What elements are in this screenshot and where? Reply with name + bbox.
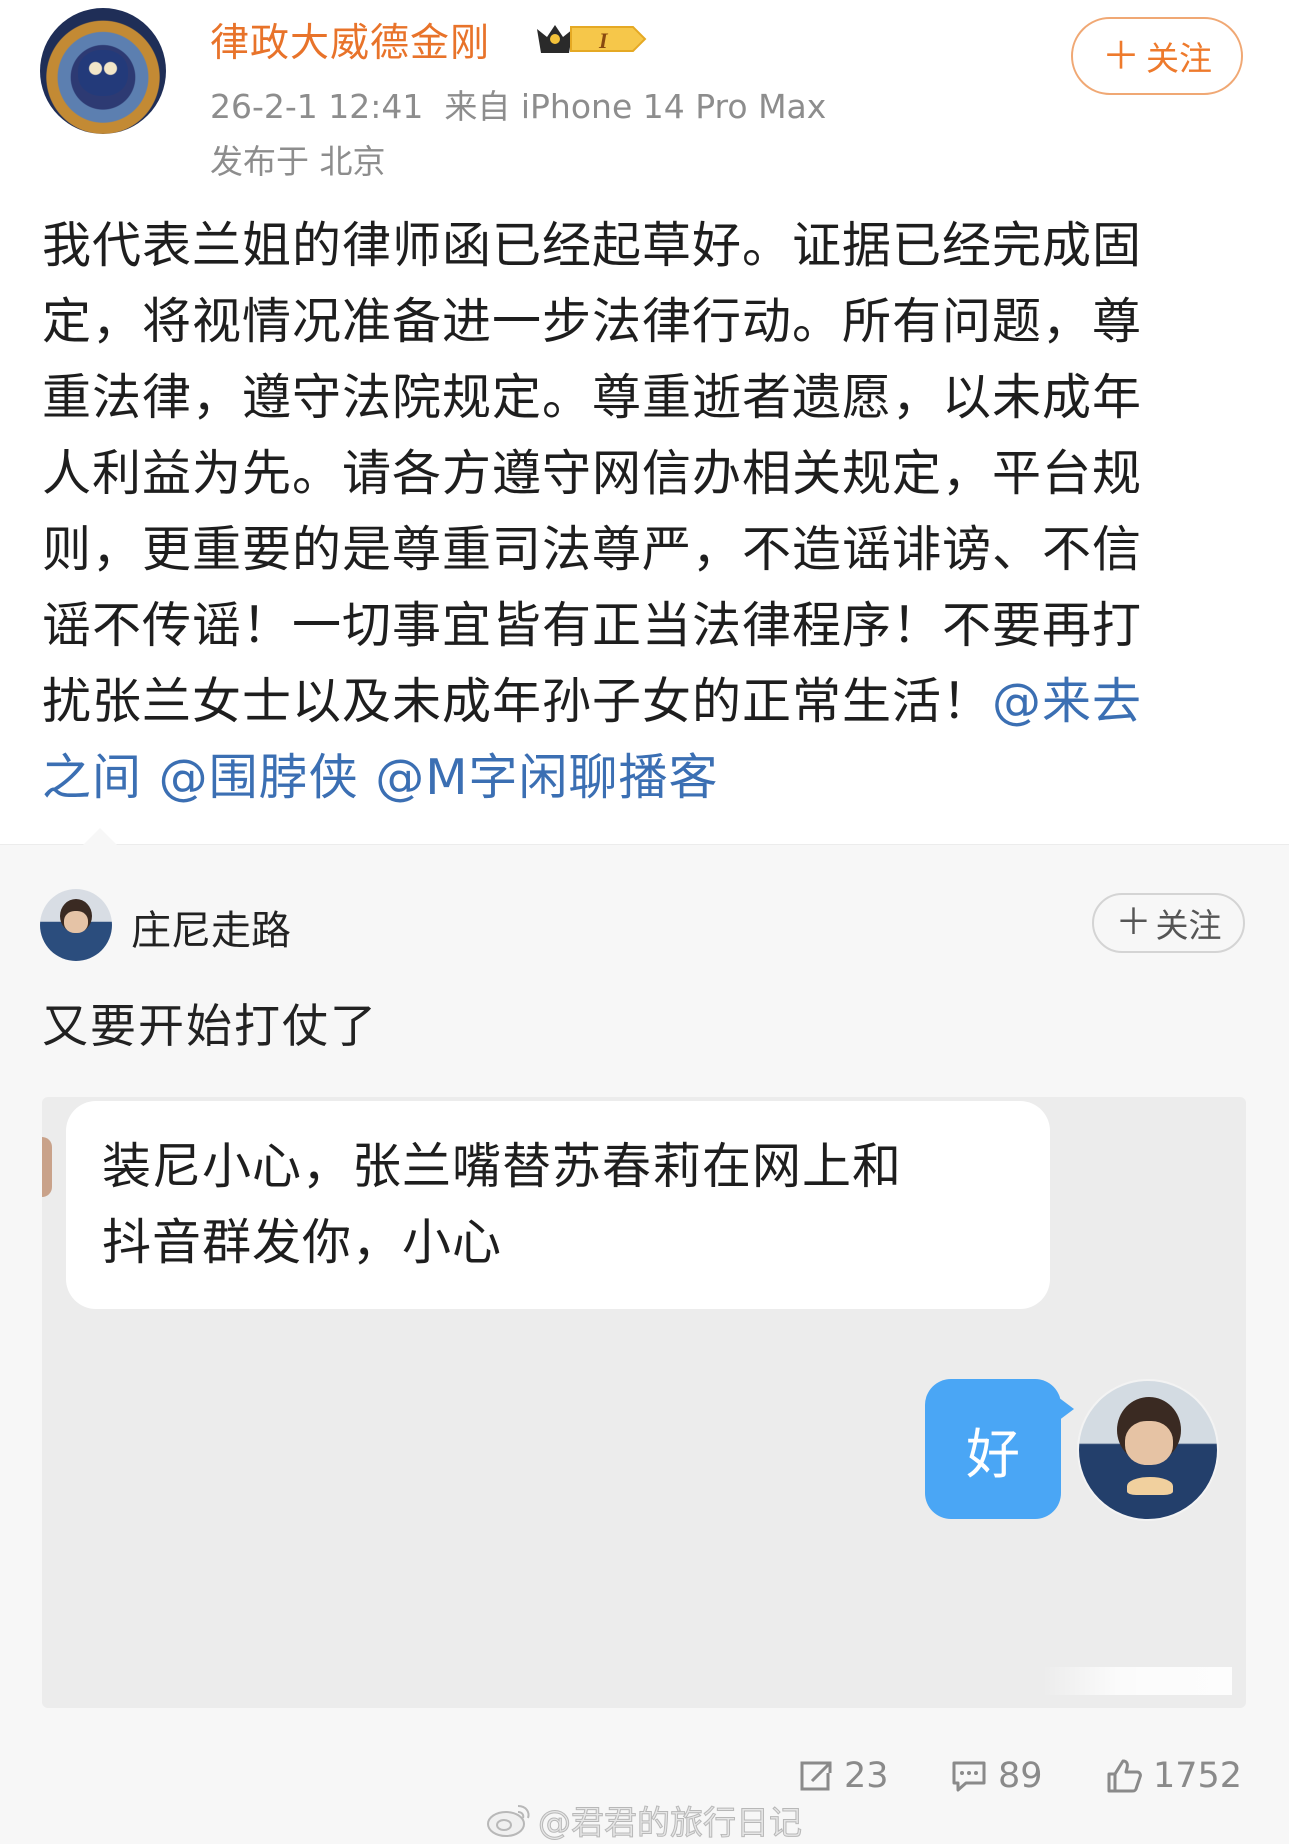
post-timestamp: 26-2-1 12:41 bbox=[210, 87, 424, 126]
incoming-message-line: 装尼小心，张兰嘴替苏春莉在网上和 bbox=[102, 1138, 903, 1195]
comment-count: 89 bbox=[998, 1756, 1043, 1796]
post-body-text: 扰张兰女士以及未成年孙子女的正常生活！ bbox=[42, 673, 993, 730]
like-icon bbox=[1107, 1759, 1142, 1793]
comment-button[interactable]: 89 bbox=[950, 1756, 1043, 1796]
follow-button-label: 关注 bbox=[1146, 39, 1212, 78]
bubble-tail bbox=[1058, 1397, 1074, 1421]
retweet-follow-label: 关注 bbox=[1155, 906, 1222, 945]
repost-icon bbox=[800, 1761, 832, 1791]
repost-button[interactable]: 23 bbox=[798, 1756, 889, 1796]
outgoing-message-bubble: 好 bbox=[925, 1379, 1061, 1519]
incoming-message-line: 抖音群发你，小心 bbox=[102, 1214, 503, 1271]
weibo-logo-icon bbox=[487, 1805, 530, 1837]
post-body-line: 重法律，遵守法院规定。尊重逝者遗愿，以未成年 bbox=[42, 369, 1143, 426]
author-avatar[interactable] bbox=[40, 8, 166, 134]
vip-crown-icon: I bbox=[537, 25, 647, 53]
mention-link[interactable]: @围脖侠 bbox=[159, 749, 359, 806]
post-location: 发布于 北京 bbox=[210, 142, 386, 181]
mention-link[interactable]: @M字闲聊播客 bbox=[375, 749, 718, 806]
retweet-follow-button[interactable]: ＋ 关注 bbox=[1092, 893, 1245, 953]
incoming-message-bubble: 装尼小心，张兰嘴替苏春莉在网上和 抖音群发你，小心 bbox=[66, 1101, 1050, 1309]
blur-overlay bbox=[1042, 1667, 1232, 1695]
watermark-text: @君君的旅行日记 bbox=[538, 1803, 803, 1843]
retweet-author-name[interactable]: 庄尼走路 bbox=[131, 898, 291, 956]
mention-link[interactable]: @来去 bbox=[992, 673, 1142, 730]
mention-link[interactable]: 之间 bbox=[42, 749, 142, 806]
like-count: 1752 bbox=[1153, 1756, 1243, 1796]
retweet-author-avatar[interactable] bbox=[40, 889, 112, 961]
post-body-line: 人利益为先。请各方遵守网信办相关规定，平台规 bbox=[42, 445, 1143, 502]
watermark: @君君的旅行日记 bbox=[486, 1796, 803, 1844]
like-button[interactable]: 1752 bbox=[1105, 1756, 1242, 1796]
plus-icon: ＋ bbox=[1101, 34, 1140, 78]
repost-count: 23 bbox=[844, 1756, 889, 1796]
post-body-line: 扰张兰女士以及未成年孙子女的正常生活！@来去 bbox=[42, 664, 1242, 740]
post-body-line: 我代表兰姐的律师函已经起草好。证据已经完成固 bbox=[42, 217, 1143, 274]
post-body: 我代表兰姐的律师函已经起草好。证据已经完成固 定，将视情况准备进一步法律行动。所… bbox=[42, 208, 1242, 816]
post-body-line: 定，将视情况准备进一步法律行动。所有问题，尊 bbox=[42, 293, 1143, 350]
chat-screenshot-image[interactable]: 装尼小心，张兰嘴替苏春莉在网上和 抖音群发你，小心 好 bbox=[42, 1097, 1246, 1708]
retweet-notch bbox=[82, 828, 118, 846]
retweet-text: 又要开始打仗了 bbox=[42, 999, 378, 1053]
post-body-line: 之间 @围脖侠 @M字闲聊播客 bbox=[42, 740, 1242, 816]
post-meta: 26-2-1 12:41 来自 iPhone 14 Pro Max bbox=[210, 80, 826, 128]
comment-icon bbox=[952, 1761, 986, 1792]
post-body-line: 则，更重要的是尊重司法尊严，不造谣诽谤、不信 bbox=[42, 521, 1143, 578]
plus-icon: ＋ bbox=[1115, 902, 1152, 943]
post-source: 来自 iPhone 14 Pro Max bbox=[444, 87, 827, 126]
vip-level: I bbox=[598, 28, 609, 53]
chat-sender-avatar bbox=[1077, 1379, 1219, 1521]
chat-avatar-edge bbox=[42, 1137, 52, 1197]
follow-button[interactable]: ＋ 关注 bbox=[1071, 17, 1243, 95]
divider bbox=[0, 844, 1289, 845]
post-body-line: 谣不传谣！一切事宜皆有正当法律程序！不要再打 bbox=[42, 597, 1143, 654]
author-name[interactable]: 律政大威德金刚 bbox=[210, 12, 490, 68]
